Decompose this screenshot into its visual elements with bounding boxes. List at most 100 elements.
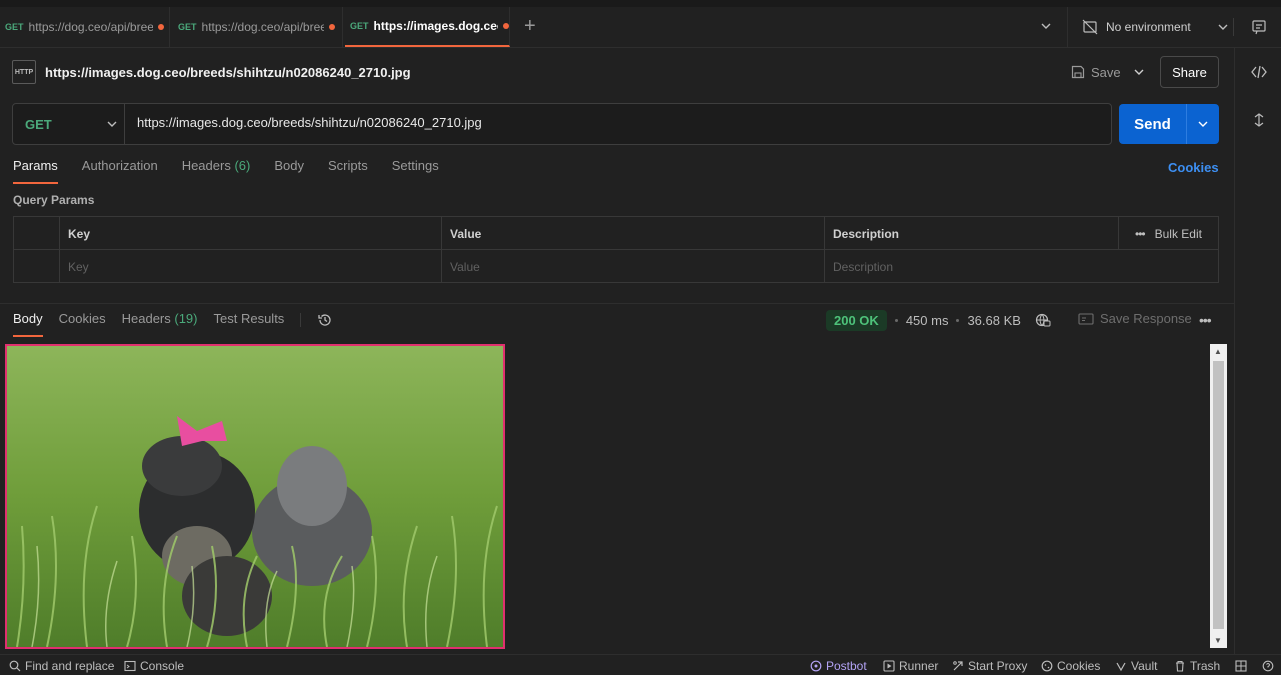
runner-icon (883, 660, 895, 672)
response-tab-cookies[interactable]: Cookies (59, 311, 106, 333)
response-tabs: Body Cookies Headers (19) Test Results (13, 311, 333, 337)
description-input[interactable]: Description (824, 250, 1218, 283)
vault-button[interactable]: Vault (1115, 659, 1157, 673)
save-button[interactable]: Save (1071, 60, 1121, 84)
postbot-label: Postbot (826, 659, 867, 673)
method-value: GET (25, 116, 52, 132)
value-input[interactable]: Value (441, 250, 824, 283)
divider (1233, 18, 1234, 36)
cookies-link[interactable]: Cookies (1168, 160, 1219, 175)
layout-grid-icon[interactable] (1235, 660, 1247, 672)
scroll-up-arrow-icon[interactable]: ▲ (1214, 347, 1222, 356)
vault-label: Vault (1131, 659, 1158, 673)
tab-headers[interactable]: Headers (6) (182, 158, 251, 180)
save-options-chevron-icon[interactable] (1133, 66, 1145, 78)
response-headers-label: Headers (121, 311, 171, 326)
runner-button[interactable]: Runner (883, 659, 938, 673)
chevron-down-icon (1198, 121, 1208, 127)
trash-label: Trash (1190, 659, 1221, 673)
tab-url: https://dog.ceo/api/breeds (28, 20, 153, 34)
table-header-row: Key Value Description ••• Bulk Edit (14, 217, 1218, 250)
tab-settings[interactable]: Settings (392, 158, 439, 180)
chevron-down-icon (107, 121, 117, 127)
query-params-label: Query Params (13, 193, 95, 207)
scrollbar-thumb[interactable] (1213, 361, 1224, 629)
response-scrollbar[interactable]: ▲ ▼ (1210, 344, 1227, 648)
response-headers-count: (19) (174, 311, 198, 326)
dog-photo (7, 346, 503, 647)
response-size[interactable]: 36.68 KB (967, 313, 1021, 328)
divider (300, 313, 302, 327)
response-time[interactable]: 450 ms (906, 313, 949, 328)
request-title[interactable]: https://images.dog.ceo/breeds/shihtzu/n0… (45, 65, 411, 80)
help-icon[interactable] (1262, 660, 1274, 672)
cookie-icon (1041, 660, 1053, 672)
send-button[interactable]: Send (1119, 104, 1186, 144)
unsaved-dot-icon (157, 24, 164, 30)
request-tab-2[interactable]: GET https://dog.ceo/api/breeds (173, 7, 343, 47)
tab-url: https://dog.ceo/api/breeds (201, 20, 324, 34)
response-tab-body[interactable]: Body (13, 311, 43, 337)
environment-selector[interactable]: No environment (1067, 7, 1233, 47)
tab-headers-label: Headers (181, 158, 231, 173)
tabs-dropdown-chevron-icon[interactable] (1040, 20, 1052, 32)
no-environment-icon (1082, 19, 1098, 35)
separator-dot (956, 318, 960, 322)
search-icon (9, 660, 21, 672)
url-input[interactable]: https://images.dog.ceo/breeds/shihtzu/n0… (137, 115, 482, 130)
postbot-icon (810, 660, 822, 672)
response-tab-test-results[interactable]: Test Results (214, 311, 285, 333)
response-divider[interactable] (0, 303, 1234, 304)
headers-count: (6) (234, 158, 251, 173)
environment-quick-look-icon[interactable] (1251, 19, 1267, 35)
proxy-icon (953, 661, 963, 671)
tab-params[interactable]: Params (13, 158, 58, 184)
code-icon[interactable] (1251, 65, 1267, 79)
response-image (5, 344, 505, 649)
network-globe-icon[interactable] (1035, 312, 1051, 328)
runner-label: Runner (899, 659, 939, 673)
postbot-button[interactable]: Postbot (810, 659, 867, 673)
related-collections-icon[interactable] (1252, 112, 1266, 128)
status-footer: Find and replace Console Postbot Runner … (0, 654, 1281, 675)
response-tab-headers[interactable]: Headers (19) (122, 311, 198, 333)
tab-scripts[interactable]: Scripts (328, 158, 368, 180)
method-select[interactable]: GET (13, 104, 125, 144)
unsaved-dot-icon (502, 23, 509, 29)
send-button-group: Send (1119, 104, 1219, 144)
unsaved-dot-icon (328, 24, 335, 30)
chevron-down-icon (1218, 24, 1228, 30)
tab-authorization[interactable]: Authorization (82, 158, 158, 180)
share-button[interactable]: Share (1160, 56, 1219, 88)
column-description: Description (824, 217, 1118, 250)
environment-label: No environment (1106, 20, 1191, 34)
bulk-edit-button[interactable]: ••• Bulk Edit (1118, 217, 1218, 250)
scroll-down-arrow-icon[interactable]: ▼ (1214, 636, 1222, 645)
key-input[interactable]: Key (59, 250, 441, 283)
tab-method: GET (5, 22, 24, 32)
save-icon (1071, 65, 1085, 79)
request-tabs: Params Authorization Headers (6) Body Sc… (13, 158, 439, 184)
console-button[interactable]: Console (124, 659, 184, 673)
table-row: Key Value Description (14, 250, 1218, 283)
tab-bar: GET https://dog.ceo/api/breeds GET https… (0, 7, 1281, 48)
request-tab-1[interactable]: GET https://dog.ceo/api/breeds (0, 7, 170, 47)
trash-button[interactable]: Trash (1174, 659, 1220, 673)
tab-body[interactable]: Body (274, 158, 304, 180)
save-response-button[interactable]: Save Response (1078, 311, 1192, 326)
history-icon[interactable] (317, 312, 333, 328)
request-tab-3[interactable]: GET https://images.dog.ceo/breeds (345, 7, 510, 47)
url-bar: GET https://images.dog.ceo/breeds/shihtz… (12, 103, 1112, 145)
response-status-bar: 200 OK 450 ms 36.68 KB (826, 309, 1051, 331)
send-options-button[interactable] (1186, 104, 1219, 144)
separator-dot (894, 318, 898, 322)
request-header: HTTP https://images.dog.ceo/breeds/shiht… (12, 60, 411, 84)
more-options-icon[interactable]: ••• (1199, 312, 1212, 328)
start-proxy-button[interactable]: Start Proxy (952, 659, 1027, 673)
find-and-replace-button[interactable]: Find and replace (9, 659, 114, 673)
vault-icon (1116, 662, 1126, 672)
status-badge[interactable]: 200 OK (826, 309, 887, 331)
new-tab-plus-icon[interactable]: + (524, 16, 536, 36)
cookies-footer-button[interactable]: Cookies (1041, 659, 1100, 673)
more-dots-icon: ••• (1135, 226, 1146, 241)
